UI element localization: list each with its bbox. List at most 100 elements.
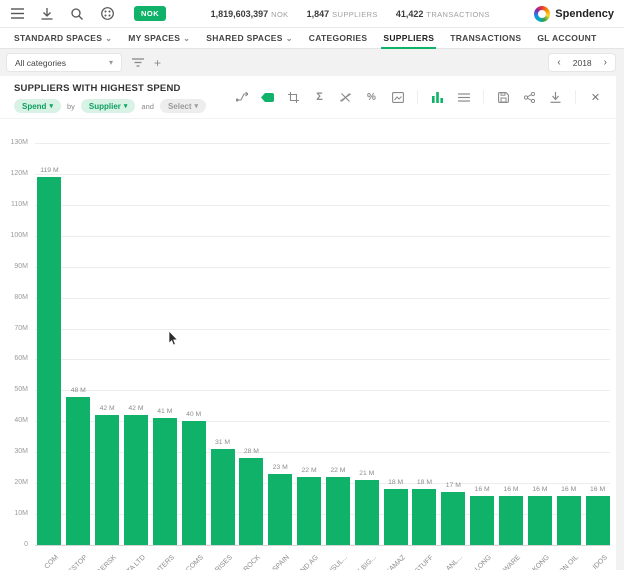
bar-12[interactable]	[355, 480, 379, 545]
y-tick-label: 70M	[0, 325, 28, 332]
extra-dimension-pill[interactable]: Select ▾	[160, 99, 206, 113]
tab-transactions[interactable]: TRANSACTIONS	[442, 28, 529, 48]
bar-value-label: 40 M	[174, 411, 214, 418]
bar-9[interactable]	[268, 474, 292, 545]
chevron-down-icon: ⌄	[105, 34, 112, 43]
filter-bar: All categories ▾ + ‹ 2018 ›	[0, 49, 624, 76]
category-select-value: All categories	[15, 58, 66, 68]
chevron-down-icon: ▾	[124, 102, 128, 110]
exclude-x-icon[interactable]	[339, 91, 352, 104]
bar-11[interactable]	[326, 477, 350, 545]
merge-icon[interactable]	[235, 91, 248, 104]
tab-gl-account[interactable]: GL ACCOUNT	[529, 28, 604, 48]
percent-icon[interactable]: %	[365, 91, 378, 104]
crop-icon[interactable]	[287, 91, 300, 104]
gridline	[35, 483, 610, 484]
y-tick-label: 90M	[0, 263, 28, 270]
toolbar-divider	[575, 90, 576, 104]
next-year-button[interactable]: ›	[602, 58, 609, 68]
y-tick-label: 30M	[0, 448, 28, 455]
bar-8[interactable]	[239, 458, 263, 545]
gridline	[35, 174, 610, 175]
tab-categories[interactable]: CATEGORIES	[301, 28, 376, 48]
bar-chart-view-icon[interactable]	[431, 91, 444, 104]
tab-shared-spaces[interactable]: SHARED SPACES⌄	[198, 28, 301, 48]
stat-transactions: 41,422TRANSACTIONS	[396, 9, 490, 19]
main-nav: STANDARD SPACES⌄MY SPACES⌄SHARED SPACES⌄…	[0, 28, 624, 49]
sum-icon[interactable]: Σ	[313, 91, 326, 104]
card-toolbar: Σ % ✕	[235, 90, 602, 104]
x-axis-line	[35, 545, 610, 546]
bar-19[interactable]	[557, 496, 581, 545]
y-tick-label: 110M	[0, 201, 28, 208]
year-selector: ‹ 2018 ›	[548, 53, 616, 72]
bar-15[interactable]	[441, 492, 465, 545]
image-icon[interactable]	[391, 91, 404, 104]
bar-13[interactable]	[384, 489, 408, 545]
tag-icon[interactable]	[261, 91, 274, 104]
menu-icon[interactable]	[10, 7, 24, 21]
gridline	[35, 267, 610, 268]
bar-16[interactable]	[470, 496, 494, 545]
y-tick-label: 60M	[0, 355, 28, 362]
y-tick-label: 10M	[0, 510, 28, 517]
y-tick-label: 40M	[0, 417, 28, 424]
dimension-pill[interactable]: Supplier ▾	[81, 99, 136, 113]
top-bar: NOK 1,819,603,397NOK 1,847SUPPLIERS 41,422…	[0, 0, 624, 28]
brand-name: Spendency	[555, 8, 614, 20]
y-tick-label: 20M	[0, 479, 28, 486]
bar-7[interactable]	[211, 449, 235, 545]
tab-my-spaces[interactable]: MY SPACES⌄	[120, 28, 198, 48]
export-download-icon[interactable]	[549, 91, 562, 104]
search-icon[interactable]	[70, 7, 84, 21]
y-tick-label: 120M	[0, 170, 28, 177]
close-icon[interactable]: ✕	[589, 91, 602, 104]
gridline	[35, 298, 610, 299]
toolbar-divider	[483, 90, 484, 104]
bar-4[interactable]	[124, 415, 148, 545]
stat-nok: 1,819,603,397NOK	[211, 9, 289, 19]
tab-standard-spaces[interactable]: STANDARD SPACES⌄	[6, 28, 120, 48]
filter-icon[interactable]	[132, 58, 144, 67]
bar-1[interactable]	[37, 177, 61, 545]
and-label: and	[141, 102, 154, 111]
spendency-logo-icon	[534, 6, 550, 22]
toolbar-divider	[417, 90, 418, 104]
add-filter-icon[interactable]: +	[154, 57, 161, 69]
y-tick-label: 0	[0, 541, 28, 548]
bar-10[interactable]	[297, 477, 321, 545]
bar-14[interactable]	[412, 489, 436, 545]
y-tick-label: 50M	[0, 386, 28, 393]
palette-icon[interactable]	[100, 7, 114, 21]
by-label: by	[67, 102, 75, 111]
bar-20[interactable]	[586, 496, 610, 545]
bar-2[interactable]	[66, 397, 90, 545]
bar-17[interactable]	[499, 496, 523, 545]
y-tick-label: 80M	[0, 294, 28, 301]
list-view-icon[interactable]	[457, 91, 470, 104]
brand-logo: Spendency	[534, 6, 614, 22]
share-icon[interactable]	[523, 91, 536, 104]
stat-suppliers: 1,847SUPPLIERS	[307, 9, 378, 19]
download-icon[interactable]	[40, 7, 54, 21]
gridline	[35, 390, 610, 391]
topbar-icon-group: NOK	[10, 6, 166, 21]
gridline	[35, 205, 610, 206]
card-header: SUPPLIERS WITH HIGHEST SPEND Spend ▾ by …	[0, 76, 616, 119]
bar-value-label: 48 M	[58, 387, 98, 394]
chevron-down-icon: ⌄	[183, 34, 190, 43]
measure-pill[interactable]: Spend ▾	[14, 99, 61, 113]
chevron-down-icon: ▾	[109, 58, 113, 67]
topbar-stats: 1,819,603,397NOK 1,847SUPPLIERS 41,422TRAN…	[211, 9, 490, 19]
tab-suppliers[interactable]: SUPPLIERS	[375, 28, 442, 48]
chart-card: SUPPLIERS WITH HIGHEST SPEND Spend ▾ by …	[0, 76, 616, 570]
bar-5[interactable]	[153, 418, 177, 545]
y-tick-label: 130M	[0, 139, 28, 146]
previous-year-button[interactable]: ‹	[555, 58, 562, 68]
bar-3[interactable]	[95, 415, 119, 545]
category-select[interactable]: All categories ▾	[6, 53, 122, 72]
save-icon[interactable]	[497, 91, 510, 104]
currency-badge[interactable]: NOK	[134, 6, 166, 21]
y-tick-label: 100M	[0, 232, 28, 239]
bar-18[interactable]	[528, 496, 552, 545]
